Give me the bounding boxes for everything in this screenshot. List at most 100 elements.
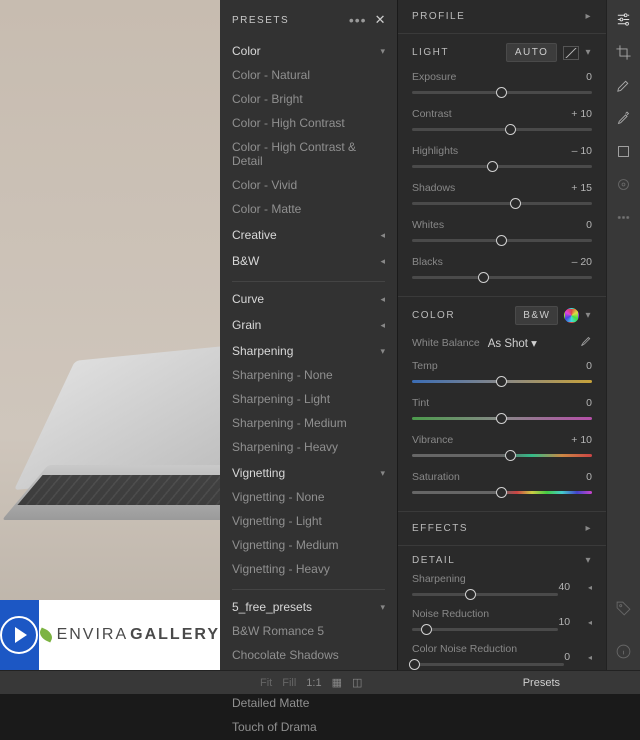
preset-group-vignetting[interactable]: Vignetting▾ <box>232 461 385 485</box>
edit-sliders-icon[interactable] <box>615 10 633 28</box>
image-canvas: ENVIRAGALLERY <box>0 0 220 670</box>
zoom-1to1[interactable]: 1:1 <box>306 677 321 689</box>
bw-button[interactable]: B&W <box>515 306 558 325</box>
profile-section-title[interactable]: PROFILE <box>412 11 465 22</box>
preset-item[interactable]: Chocolate Shadows <box>232 643 385 667</box>
preset-item[interactable]: Sharpening - None <box>232 363 385 387</box>
preset-group-5-free-presets[interactable]: 5_free_presets▾ <box>232 589 385 619</box>
slider-value: 0 <box>564 651 570 663</box>
preset-item[interactable]: Sharpening - Light <box>232 387 385 411</box>
preset-group-grain[interactable]: Grain◂ <box>232 313 385 337</box>
slider-color-noise-reduction[interactable] <box>412 657 564 670</box>
leaf-icon <box>37 628 54 643</box>
slider-label: Highlights <box>412 145 458 157</box>
slider-sharpening[interactable] <box>412 587 558 601</box>
slider-label: Noise Reduction <box>412 608 489 620</box>
color-mixer-icon[interactable] <box>564 308 579 323</box>
info-icon[interactable] <box>615 642 633 660</box>
slider-temp[interactable] <box>412 374 592 388</box>
slider-highlights[interactable] <box>412 159 592 173</box>
watermark-logo: ENVIRAGALLERY <box>0 600 220 670</box>
slider-value: 0 <box>586 397 592 409</box>
slider-vibrance[interactable] <box>412 448 592 462</box>
preset-item[interactable]: Vignetting - Heavy <box>232 557 385 581</box>
preset-group-sharpening[interactable]: Sharpening▾ <box>232 339 385 363</box>
chevron-down-icon[interactable]: ▾ <box>585 555 592 566</box>
slider-shadows[interactable] <box>412 196 592 210</box>
slider-label: Whites <box>412 219 444 231</box>
compare-view-icon[interactable]: ◫ <box>352 676 362 689</box>
photo-preview[interactable] <box>0 0 220 670</box>
preset-item[interactable]: Color - Bright <box>232 87 385 111</box>
linear-gradient-icon[interactable] <box>615 142 633 160</box>
slider-saturation[interactable] <box>412 485 592 499</box>
slider-value: + 15 <box>571 182 592 194</box>
preset-group-creative[interactable]: Creative◂ <box>232 223 385 247</box>
close-icon[interactable]: ✕ <box>375 12 387 28</box>
slider-value: 0 <box>586 360 592 372</box>
disclosure-icon[interactable]: ◂ <box>588 653 592 662</box>
light-section: LIGHT Auto ▾ Exposure0Contrast+ 10Highli… <box>398 34 606 297</box>
slider-tint[interactable] <box>412 411 592 425</box>
preset-group-curve[interactable]: Curve◂ <box>232 281 385 311</box>
zoom-fit[interactable]: Fit <box>260 677 272 689</box>
logo-text-b: GALLERY <box>130 626 220 644</box>
more-icon[interactable] <box>615 208 633 226</box>
eyedropper-icon[interactable] <box>578 334 592 351</box>
preset-item[interactable]: Touch of Drama <box>232 715 385 739</box>
slider-value: 10 <box>558 616 570 628</box>
slider-contrast[interactable] <box>412 122 592 136</box>
color-section: COLOR B&W ▾ White Balance As Shot ▾ Temp… <box>398 297 606 512</box>
detail-section-title[interactable]: DETAIL <box>412 555 455 566</box>
status-bar: Fit Fill 1:1 ▦ ◫ Presets <box>0 670 640 694</box>
preset-item[interactable]: Vignetting - Medium <box>232 533 385 557</box>
preset-item[interactable]: Sharpening - Heavy <box>232 435 385 459</box>
presets-menu-icon[interactable]: ••• <box>349 12 367 28</box>
radial-gradient-icon[interactable] <box>615 175 633 193</box>
disclosure-icon[interactable]: ◂ <box>588 618 592 627</box>
preset-item[interactable]: Color - High Contrast & Detail <box>232 135 385 173</box>
crop-icon[interactable] <box>615 43 633 61</box>
presets-toggle-button[interactable]: Presets <box>523 677 640 689</box>
preset-item[interactable]: Color - Natural <box>232 63 385 87</box>
slider-label: Sharpening <box>412 573 466 585</box>
slider-whites[interactable] <box>412 233 592 247</box>
brush-icon[interactable] <box>615 109 633 127</box>
preset-group-color[interactable]: Color▾ <box>232 39 385 63</box>
preset-item[interactable]: Vignetting - None <box>232 485 385 509</box>
disclosure-icon[interactable]: ◂ <box>588 583 592 592</box>
slider-exposure[interactable] <box>412 85 592 99</box>
slider-blacks[interactable] <box>412 270 592 284</box>
healing-brush-icon[interactable] <box>615 76 633 94</box>
preset-item[interactable]: B&W Romance 5 <box>232 619 385 643</box>
preset-item[interactable]: Sharpening - Medium <box>232 411 385 435</box>
chevron-down-icon[interactable]: ▾ <box>585 47 592 58</box>
preset-item[interactable]: Vignetting - Light <box>232 509 385 533</box>
effects-section[interactable]: EFFECTS ▸ <box>398 512 606 546</box>
preset-item[interactable]: Detailed Matte <box>232 691 385 715</box>
edit-panel: PROFILE ▸ LIGHT Auto ▾ Exposure0Contrast… <box>398 0 606 670</box>
auto-button[interactable]: Auto <box>506 43 558 62</box>
zoom-fill[interactable]: Fill <box>282 677 296 689</box>
preset-item[interactable]: Color - Matte <box>232 197 385 221</box>
light-section-title[interactable]: LIGHT <box>412 47 449 58</box>
slider-value: 0 <box>586 471 592 483</box>
tone-curve-icon[interactable] <box>563 46 579 60</box>
preset-item[interactable]: Color - Vivid <box>232 173 385 197</box>
slider-label: Saturation <box>412 471 460 483</box>
slider-label: Contrast <box>412 108 452 120</box>
slider-noise-reduction[interactable] <box>412 622 558 636</box>
grid-view-icon[interactable]: ▦ <box>332 676 342 689</box>
chevron-right-icon[interactable]: ▸ <box>585 11 592 22</box>
color-section-title[interactable]: COLOR <box>412 310 455 321</box>
slider-value: 40 <box>558 581 570 593</box>
slider-label: Vibrance <box>412 434 453 446</box>
chevron-down-icon[interactable]: ▾ <box>585 310 592 321</box>
preset-group-b-w[interactable]: B&W◂ <box>232 249 385 273</box>
white-balance-select[interactable]: As Shot ▾ <box>488 336 537 350</box>
slider-value: – 20 <box>572 256 592 268</box>
preset-item[interactable]: Color - High Contrast <box>232 111 385 135</box>
slider-value: 0 <box>586 219 592 231</box>
tag-icon[interactable] <box>615 599 633 617</box>
slider-value: – 10 <box>572 145 592 157</box>
